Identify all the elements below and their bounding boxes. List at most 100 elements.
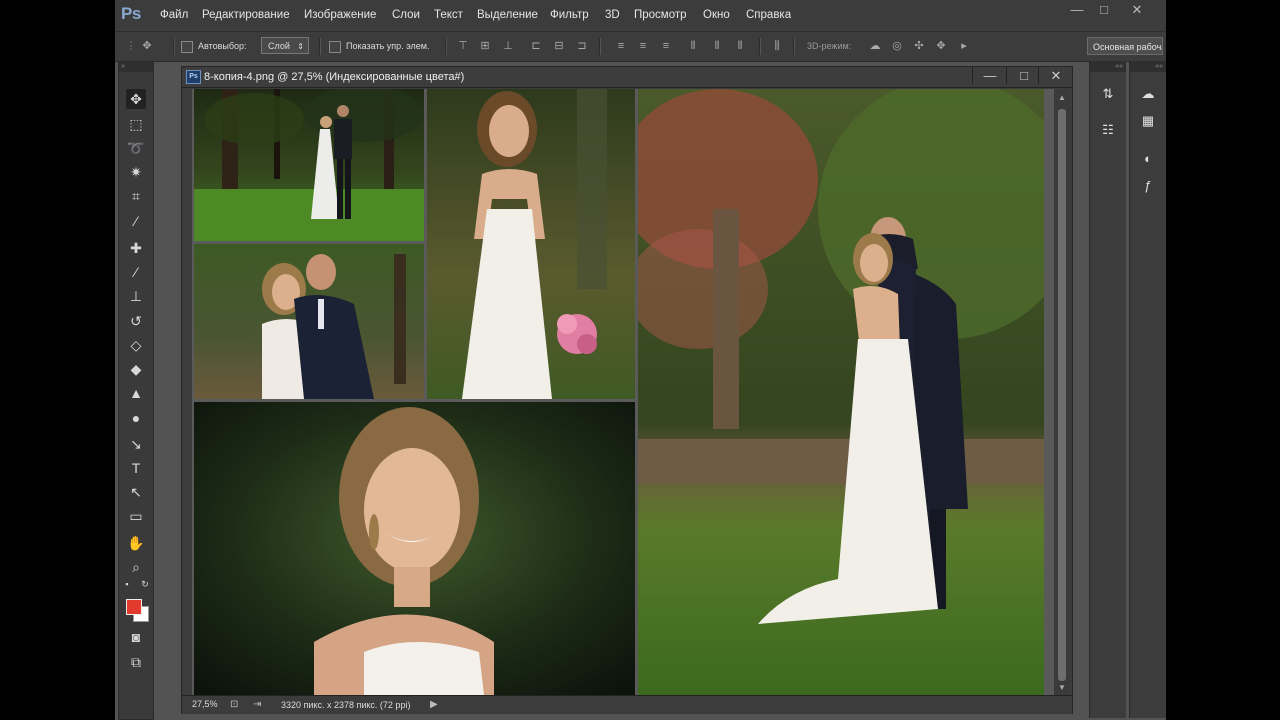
move-tool-icon[interactable]: ✥	[126, 89, 146, 109]
menu-window[interactable]: Окно	[703, 9, 730, 21]
distribute-hcenter-icon[interactable]: ⫴	[711, 40, 723, 52]
panel-collapse-icon[interactable]: »	[119, 62, 153, 72]
dodge-tool-icon[interactable]: ●	[126, 408, 146, 428]
blur-tool-icon[interactable]: ▲	[126, 383, 146, 403]
panel-collapse-icon[interactable]: ««	[1130, 61, 1166, 72]
scroll-up-icon[interactable]: ▲	[1057, 93, 1067, 103]
doc-close-button[interactable]: ✕	[1038, 67, 1073, 84]
app-minimize-button[interactable]: —	[1065, 2, 1089, 18]
menu-type[interactable]: Текст	[434, 9, 463, 21]
menu-edit[interactable]: Редактирование	[202, 9, 290, 21]
distribute-left-icon[interactable]: ⫴	[687, 40, 699, 52]
photo-bride-bouquet-image	[427, 89, 635, 399]
menu-filter[interactable]: Фильтр	[550, 9, 589, 21]
magic-wand-tool-icon[interactable]: ✷	[126, 162, 146, 182]
document-window: Ps 8-копия-4.png @ 27,5% (Индексированны…	[181, 66, 1073, 714]
proof-icon[interactable]: ⊡	[230, 699, 238, 710]
menu-help[interactable]: Справка	[746, 9, 791, 21]
lasso-tool-icon[interactable]: ➰	[126, 138, 146, 158]
3d-pan-icon[interactable]: ✣	[913, 40, 925, 52]
align-bottom-icon[interactable]: ⊥	[502, 40, 514, 52]
distribute-bottom-icon[interactable]: ≡	[660, 40, 672, 52]
zoom-tool-icon[interactable]: ⌕	[126, 557, 146, 577]
align-right-icon[interactable]: ⊐	[576, 40, 588, 52]
menu-layers[interactable]: Слои	[392, 9, 420, 21]
document-canvas[interactable]	[192, 89, 1054, 695]
pen-tool-icon[interactable]: ↘	[126, 434, 146, 454]
menu-3d[interactable]: 3D	[605, 9, 620, 21]
autoselect-dropdown[interactable]: Слой ⇕	[261, 37, 309, 54]
marquee-tool-icon[interactable]: ⬚	[126, 114, 146, 134]
quick-mask-icon[interactable]: ◙	[126, 627, 146, 647]
path-selection-tool-icon[interactable]: ↖	[126, 482, 146, 502]
workspace-switcher-button[interactable]: Основная рабочая среда	[1087, 37, 1163, 55]
app-maximize-button[interactable]: □	[1092, 2, 1116, 18]
app-close-button[interactable]: ✕	[1125, 2, 1149, 18]
divider	[445, 38, 447, 55]
default-colors-icon[interactable]: ▪	[121, 578, 133, 590]
swap-colors-icon[interactable]: ↻	[139, 578, 151, 590]
collage-photo-bride-bouquet	[427, 89, 635, 399]
move-tool-preset-icon[interactable]: ✥	[137, 40, 157, 52]
autoselect-value: Слой	[268, 41, 290, 51]
autoselect-checkbox[interactable]	[181, 41, 193, 53]
show-transform-checkbox[interactable]	[329, 41, 341, 53]
menu-image[interactable]: Изображение	[304, 9, 376, 21]
styles-panel-icon[interactable]: ƒ	[1139, 177, 1157, 195]
menu-view[interactable]: Просмотр	[634, 9, 687, 21]
collage-photo-couple-fullbody	[638, 89, 1044, 695]
rectangle-tool-icon[interactable]: ▭	[126, 506, 146, 526]
share-icon[interactable]: ⇥	[253, 699, 261, 710]
history-brush-tool-icon[interactable]: ↺	[126, 311, 146, 331]
eraser-tool-icon[interactable]: ◇	[126, 335, 146, 355]
color-panel-icon[interactable]: ☁	[1139, 85, 1157, 103]
ps-logo: Ps	[121, 4, 141, 23]
history-panel-icon[interactable]: ⇅	[1099, 85, 1117, 103]
distribute-right-icon[interactable]: ⫴	[734, 40, 746, 52]
eyedropper-tool-icon[interactable]: ⁄	[126, 211, 146, 231]
document-tab[interactable]: Ps 8-копия-4.png @ 27,5% (Индексированны…	[182, 67, 1072, 88]
healing-brush-tool-icon[interactable]: ✚	[126, 238, 146, 258]
properties-panel-icon[interactable]: ☷	[1099, 121, 1117, 139]
photo-bride-portrait-image	[194, 402, 635, 695]
doc-maximize-button[interactable]: □	[1006, 67, 1041, 84]
3d-mode-label: 3D-режим:	[807, 41, 852, 51]
3d-scale-icon[interactable]: ▸	[958, 40, 970, 52]
scrollbar-thumb[interactable]	[1058, 109, 1066, 681]
auto-align-icon[interactable]: ⫼	[771, 40, 783, 52]
3d-orbit-icon[interactable]: ☁	[869, 40, 881, 52]
menu-select[interactable]: Выделение	[477, 9, 538, 21]
doc-minimize-button[interactable]: —	[972, 67, 1007, 84]
vertical-scrollbar[interactable]: ▲ ▼	[1054, 89, 1070, 695]
align-left-icon[interactable]: ⊏	[530, 40, 542, 52]
hand-tool-icon[interactable]: ✋	[126, 533, 146, 553]
crop-tool-icon[interactable]: ⌗	[126, 186, 146, 206]
collage-photo-couple-smiling	[194, 244, 424, 399]
panel-collapse-icon[interactable]: ««	[1090, 61, 1126, 72]
paint-bucket-tool-icon[interactable]: ◆	[126, 359, 146, 379]
3d-slide-icon[interactable]: ✥	[935, 40, 947, 52]
adjustments-panel-icon[interactable]: ◐	[1139, 150, 1157, 168]
photo-couple-smiling-image	[194, 244, 424, 399]
align-top-icon[interactable]: ⊤	[457, 40, 469, 52]
brush-tool-icon[interactable]: ∕	[126, 262, 146, 282]
document-dimensions: 3320 пикс. x 2378 пикс. (72 ppi)	[281, 700, 411, 710]
foreground-color-swatch[interactable]	[126, 599, 142, 615]
align-vcenter-icon[interactable]: ⊞	[479, 40, 491, 52]
screen-mode-icon[interactable]: ⧉	[126, 652, 146, 672]
divider	[173, 38, 175, 55]
align-hcenter-icon[interactable]: ⊟	[553, 40, 565, 52]
scroll-down-icon[interactable]: ▼	[1057, 683, 1067, 693]
menu-file[interactable]: Файл	[160, 9, 188, 21]
type-tool-icon[interactable]: T	[126, 458, 146, 478]
photo-couple-forest-image	[194, 89, 424, 241]
distribute-top-icon[interactable]: ≡	[615, 40, 627, 52]
divider	[599, 38, 601, 55]
status-menu-arrow-icon[interactable]: ▶	[430, 699, 438, 710]
zoom-level[interactable]: 27,5%	[192, 699, 218, 709]
3d-roll-icon[interactable]: ◎	[891, 40, 903, 52]
swatches-panel-icon[interactable]: ▦	[1139, 112, 1157, 130]
options-bar: ⋮ ✥ Автовыбор: Слой ⇕ Показать упр. элем…	[115, 31, 1166, 62]
clone-stamp-tool-icon[interactable]: ⊥	[126, 286, 146, 306]
distribute-vcenter-icon[interactable]: ≡	[637, 40, 649, 52]
